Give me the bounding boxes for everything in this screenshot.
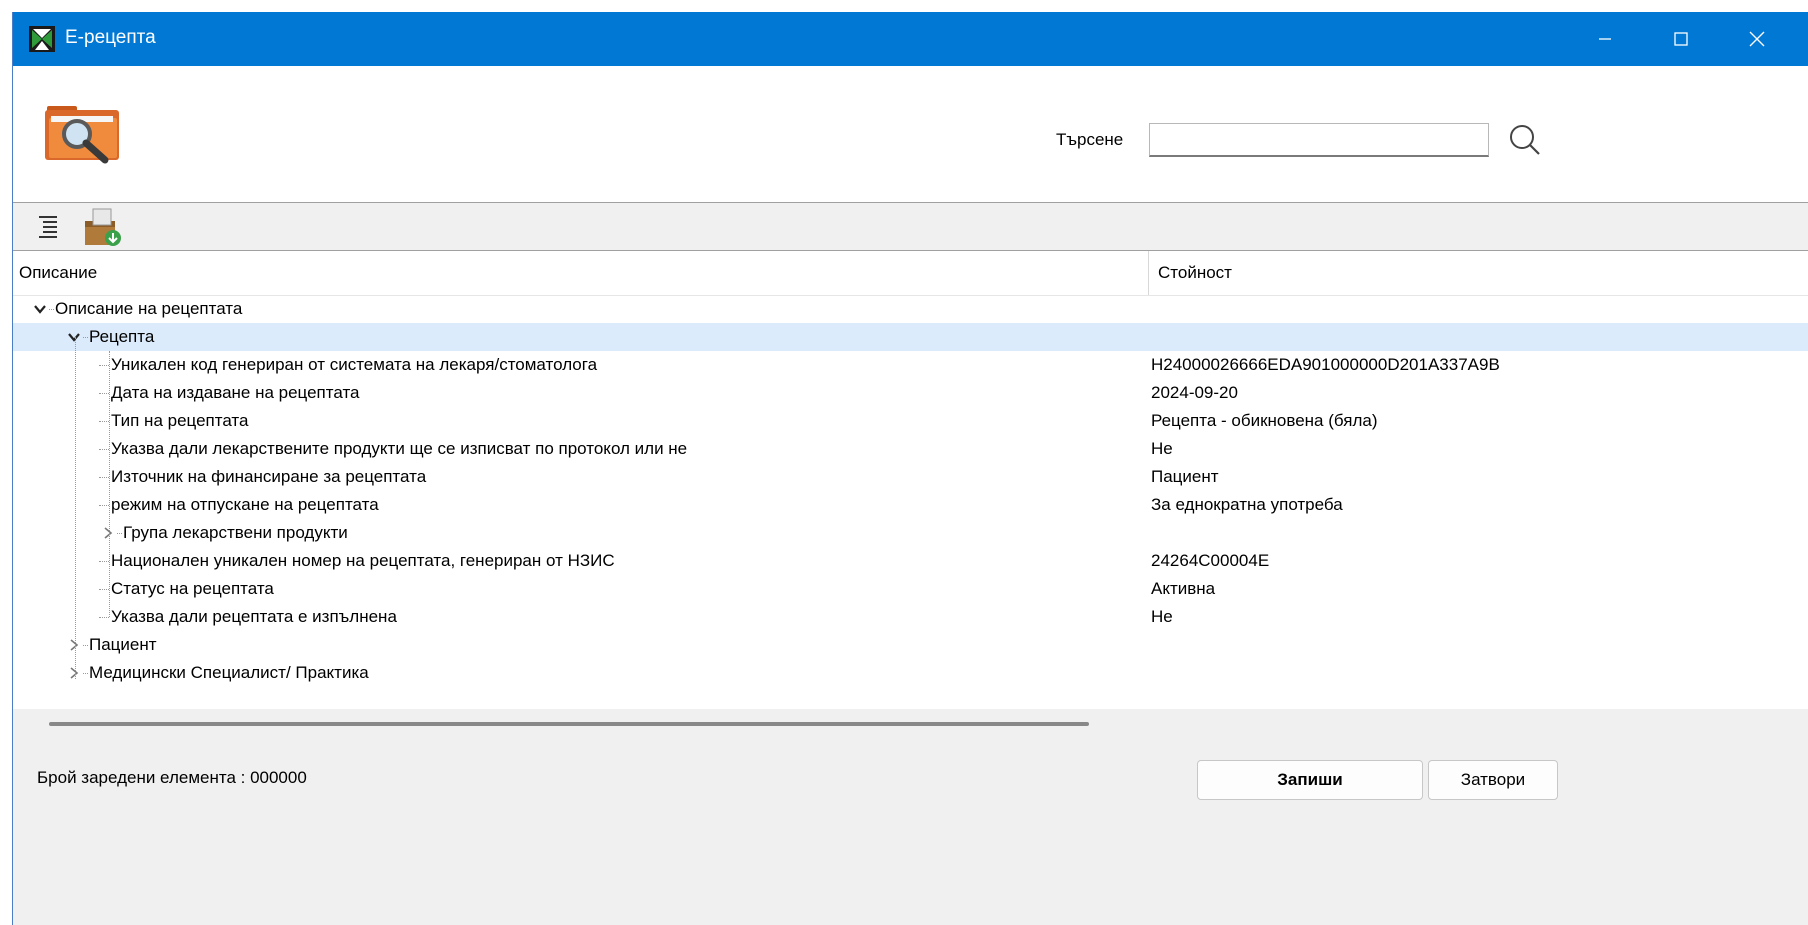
minimize-button[interactable] [1569,12,1641,66]
search-header: Търсене [13,66,1808,203]
tree-guide-line [109,351,110,617]
tree-connector [117,533,122,534]
save-button[interactable]: Запиши [1197,760,1423,800]
row-value: 24264C00004E [1151,551,1270,570]
tree-connector [99,589,109,590]
row-description: Група лекарствени продукти [123,523,348,542]
expand-all-icon[interactable] [35,213,61,239]
horizontal-scrollbar[interactable] [13,709,1808,741]
tree-connector [83,337,88,338]
e-prescription-window: Е-рецепта Търсене Описание Стойност Опис… [12,12,1808,925]
row-value: Активна [1151,579,1216,598]
close-icon [1749,31,1765,47]
tree-row[interactable]: Дата на издаване на рецептата 2024-09-20 [13,379,1808,407]
loaded-items-count: Брой заредени елемента : 000000 [37,768,307,787]
row-description: Указва дали рецептата е изпълнена [111,607,397,626]
app-logo-icon [29,26,55,52]
row-description: Медицински Специалист/ Практика [89,663,369,682]
tree-row[interactable]: Уникален код генериран от системата на л… [13,351,1808,379]
tree-connector [99,421,109,422]
column-separator[interactable] [1148,251,1149,295]
maximize-button[interactable] [1645,12,1717,66]
chevron-right-icon[interactable] [101,526,115,540]
tree-connector [83,673,88,674]
status-bar: Брой заредени елемента : 000000 Запиши З… [13,740,1808,925]
tree-row[interactable]: Група лекарствени продукти [13,519,1808,547]
search-input[interactable] [1149,123,1489,157]
row-value: Рецепта - обикновена (бяла) [1151,411,1378,430]
tree-row[interactable]: Национален уникален номер на рецептата, … [13,547,1808,575]
tree-connector [99,365,109,366]
tree-row[interactable]: режим на отпускане на рецептата За еднокр… [13,491,1808,519]
row-description: Тип на рецептата [111,411,249,430]
row-value: 2024-09-20 [1151,383,1238,402]
chevron-down-icon[interactable] [67,330,81,344]
tree-row[interactable]: Описание на рецептата [13,295,1808,323]
search-label: Търсене [1056,130,1124,149]
tree-connector [99,449,109,450]
tree-row[interactable]: Медицински Специалист/ Практика [13,659,1808,687]
tree-row[interactable]: Указва дали лекарствените продукти ще се… [13,435,1808,463]
search-button-magnifier-icon[interactable] [1506,122,1542,158]
tree-connector [99,477,109,478]
row-value: Не [1151,439,1173,458]
column-header-description[interactable]: Описание [19,263,97,283]
tree-guide-line [75,337,76,679]
prescription-tree-grid: Описание Стойност Описание на рецептата Р… [13,250,1808,741]
row-description: Рецепта [89,327,155,346]
grid-header: Описание Стойност [13,251,1808,296]
row-value: За еднократна употреба [1151,495,1343,514]
row-description: Уникален код генериран от системата на л… [111,355,598,374]
row-description: Указва дали лекарствените продукти ще се… [111,439,688,458]
toolbar [13,203,1808,249]
export-package-icon[interactable] [81,207,125,247]
tree-row[interactable]: Пациент [13,631,1808,659]
tree-connector [99,393,109,394]
tree-connector [99,617,109,618]
row-description: Пациент [89,635,157,654]
chevron-right-icon[interactable] [67,638,81,652]
scrollbar-thumb[interactable] [49,722,1089,726]
tree-connector [49,309,54,310]
tree-row[interactable]: Указва дали рецептата е изпълнена Не [13,603,1808,631]
column-header-value[interactable]: Стойност [1158,263,1232,283]
window-title: Е-рецепта [65,27,156,48]
row-description: Източник на финансиране за рецептата [111,467,427,486]
row-description: Дата на издаване на рецептата [111,383,360,402]
row-description: Описание на рецептата [55,299,243,318]
maximize-icon [1674,32,1688,46]
chevron-down-icon[interactable] [33,302,47,316]
row-value: Пациент [1151,467,1219,486]
row-description: Национален уникален номер на рецептата, … [111,551,615,570]
chevron-right-icon[interactable] [67,666,81,680]
tree-connector [83,645,88,646]
tree-row[interactable]: Рецепта [13,323,1808,351]
title-bar[interactable]: Е-рецепта [13,12,1808,66]
folder-search-icon [45,106,119,164]
tree-row[interactable]: Източник на финансиране за рецептата Паци… [13,463,1808,491]
row-value: Не [1151,607,1173,626]
row-value: H24000026666EDA901000000D201A337A9B [1151,355,1500,374]
row-description: режим на отпускане на рецептата [111,495,379,514]
close-dialog-button[interactable]: Затвори [1428,760,1558,800]
row-description: Статус на рецептата [111,579,274,598]
tree-connector [99,561,109,562]
tree-row[interactable]: Тип на рецептата Рецепта - обикновена (бя… [13,407,1808,435]
tree-connector [99,505,109,506]
close-button[interactable] [1721,12,1793,66]
tree-row[interactable]: Статус на рецептата Активна [13,575,1808,603]
minimize-icon [1599,38,1611,40]
